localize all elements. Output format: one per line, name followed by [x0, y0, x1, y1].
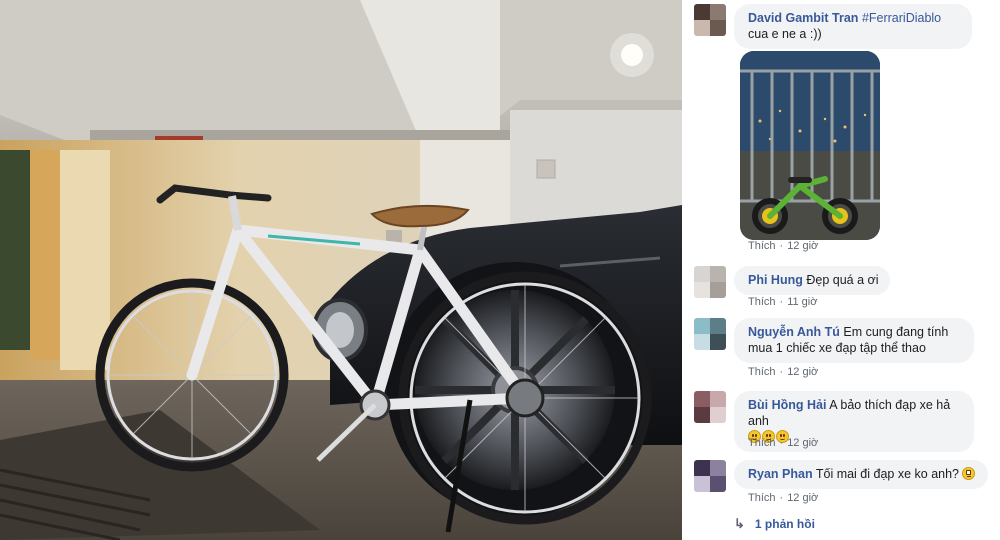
like-link[interactable]: Thích	[748, 296, 776, 308]
balance-bike-balcony-illustration	[740, 51, 880, 240]
comment-time[interactable]: 12 giờ	[787, 366, 818, 378]
avatar-pixel	[710, 282, 726, 298]
comment-item: Bùi Hồng Hải A bảo thích đạp xe hả anh T…	[694, 391, 994, 452]
avatar-pixel	[710, 4, 726, 20]
avatar-pixel	[694, 20, 710, 36]
avatar[interactable]	[694, 318, 726, 350]
comment-item: Ryan Phan Tối mai đi đạp xe ko anh? Thíc…	[694, 460, 994, 510]
comment-item: Phi Hung Đẹp quá a ơi Thích · 11 giờ	[694, 266, 994, 316]
commenter-name[interactable]: Bùi Hồng Hải	[748, 398, 826, 412]
comment-text: Tối mai đi đạp xe ko anh?	[815, 467, 959, 481]
comment-text: cua e ne a :))	[748, 27, 822, 41]
avatar-pixel	[710, 266, 726, 282]
comment-time[interactable]: 12 giờ	[787, 240, 818, 252]
comment-meta: Thích · 12 giờ	[748, 240, 818, 252]
replies-count[interactable]: 1 phản hồi	[755, 517, 815, 531]
avatar-pixel	[710, 476, 726, 492]
comment-bubble: Nguyễn Anh Tú Em cung đang tính mua 1 ch…	[734, 318, 974, 363]
avatar-pixel	[694, 282, 710, 298]
comment-time[interactable]: 12 giờ	[787, 492, 818, 504]
meta-separator: ·	[779, 366, 784, 378]
meta-separator: ·	[779, 437, 784, 449]
avatar-pixel	[710, 20, 726, 36]
avatar-pixel	[710, 407, 726, 423]
comment-item: Nguyễn Anh Tú Em cung đang tính mua 1 ch…	[694, 318, 994, 388]
avatar-pixel	[694, 4, 710, 20]
comment-attachment-photo[interactable]	[740, 51, 880, 240]
comment-time[interactable]: 11 giờ	[787, 296, 817, 308]
avatar-pixel	[694, 391, 710, 407]
comment-bubble: David Gambit Tran #FerrariDiablo cua e n…	[734, 4, 972, 49]
meta-separator: ·	[779, 296, 784, 308]
commenter-name[interactable]: Phi Hung	[748, 273, 803, 287]
comment-meta: Thích · 12 giờ	[748, 437, 818, 449]
avatar[interactable]	[694, 391, 726, 423]
view-replies-link[interactable]: ↳ 1 phản hồi	[734, 516, 815, 532]
avatar-pixel	[694, 318, 710, 334]
meta-separator: ·	[779, 492, 784, 504]
meta-separator: ·	[779, 240, 784, 252]
avatar-pixel	[710, 391, 726, 407]
like-link[interactable]: Thích	[748, 366, 776, 378]
like-link[interactable]: Thích	[748, 492, 776, 504]
avatar-pixel	[710, 460, 726, 476]
bicycle-photo-illustration	[0, 0, 682, 540]
comment-item: David Gambit Tran #FerrariDiablo cua e n…	[694, 4, 994, 254]
comment-meta: Thích · 12 giờ	[748, 366, 818, 378]
avatar[interactable]	[694, 266, 726, 298]
comment-meta: Thích · 12 giờ	[748, 492, 818, 504]
comment-time[interactable]: 12 giờ	[787, 437, 818, 449]
eye-roll-emoji-icon	[962, 467, 976, 480]
avatar-pixel	[694, 476, 710, 492]
reply-arrow-icon: ↳	[734, 516, 745, 531]
avatar-pixel	[694, 266, 710, 282]
avatar-pixel	[694, 407, 710, 423]
commenter-name[interactable]: Ryan Phan	[748, 467, 813, 481]
comments-panel: David Gambit Tran #FerrariDiablo cua e n…	[682, 0, 1000, 540]
like-link[interactable]: Thích	[748, 240, 776, 252]
like-link[interactable]: Thích	[748, 437, 776, 449]
post-photo-bicycle[interactable]	[0, 0, 682, 540]
hashtag-link[interactable]: #FerrariDiablo	[862, 11, 941, 25]
avatar[interactable]	[694, 4, 726, 36]
comment-bubble: Phi Hung Đẹp quá a ơi	[734, 266, 891, 295]
avatar[interactable]	[694, 460, 726, 492]
avatar-pixel	[694, 460, 710, 476]
avatar-pixel	[710, 334, 726, 350]
comment-text: Đẹp quá a ơi	[806, 273, 879, 287]
avatar-pixel	[694, 334, 710, 350]
avatar-pixel	[710, 318, 726, 334]
comment-bubble: Ryan Phan Tối mai đi đạp xe ko anh?	[734, 460, 989, 489]
commenter-name[interactable]: Nguyễn Anh Tú	[748, 325, 840, 339]
comment-meta: Thích · 11 giờ	[748, 296, 817, 308]
commenter-name[interactable]: David Gambit Tran	[748, 11, 858, 25]
